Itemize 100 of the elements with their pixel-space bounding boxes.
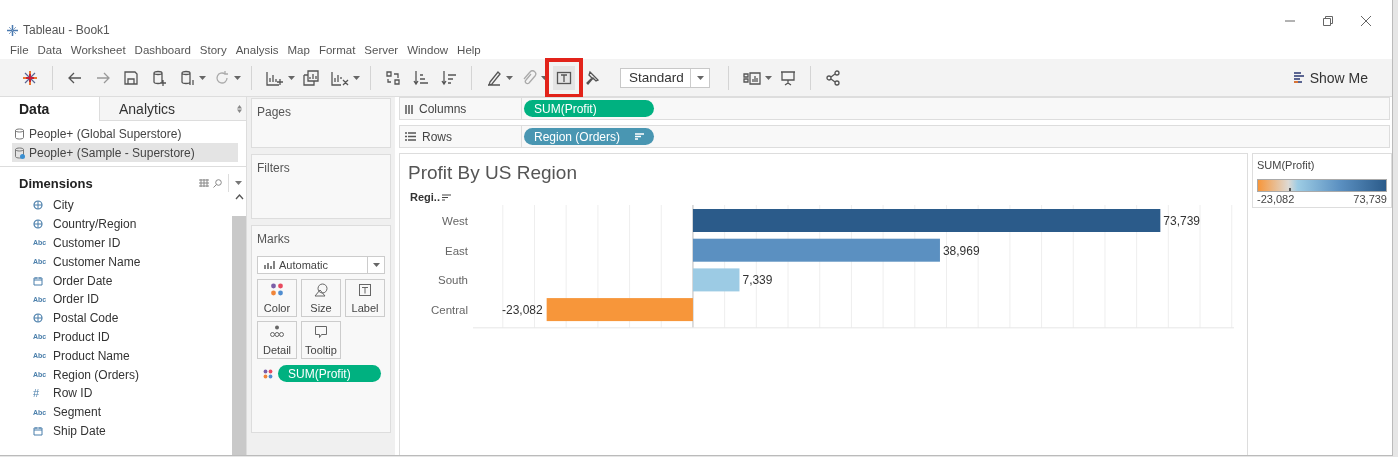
column-header: Regi.. [410, 191, 440, 203]
field-item[interactable]: Postal Code [53, 311, 119, 326]
menu-item[interactable]: File [10, 43, 29, 56]
caret-icon[interactable] [696, 75, 704, 80]
field-item[interactable]: Segment [53, 405, 102, 420]
legend-label: -23,082 [1257, 193, 1295, 205]
menu-item[interactable]: Server [364, 43, 399, 56]
data-label: 73,739 [1163, 214, 1200, 228]
text-icon[interactable] [556, 69, 572, 86]
pane-tab[interactable]: Analytics [99, 97, 237, 121]
field-item[interactable]: City [53, 198, 74, 213]
app-icon [6, 23, 19, 37]
columns-icon [405, 103, 413, 114]
pen-icon[interactable] [486, 69, 502, 86]
palette-dots-icon [263, 368, 273, 379]
caret-icon[interactable] [372, 263, 380, 267]
field-item[interactable]: Product Name [53, 348, 130, 363]
card-title: Filters [257, 161, 291, 175]
fit-dropdown[interactable]: Standard [620, 67, 710, 88]
database-icon [14, 146, 25, 159]
show-me-button[interactable]: Show Me [1286, 68, 1374, 87]
shelf-label: Rows [422, 129, 452, 144]
field-item[interactable]: Customer Name [53, 254, 141, 269]
data-label: 7,339 [742, 273, 773, 288]
restore-icon[interactable] [1322, 15, 1334, 27]
database-add-icon[interactable] [151, 69, 167, 86]
category-label: Central [431, 304, 468, 317]
bars-icon [1292, 71, 1305, 84]
legend-title: SUM(Profit) [1257, 159, 1316, 171]
globe-icon [33, 219, 43, 230]
menu-item[interactable]: Format [318, 43, 356, 56]
new-chart-icon[interactable] [266, 69, 284, 86]
sort-icon[interactable] [441, 193, 451, 201]
menu-item[interactable]: Map [287, 43, 310, 56]
caret-icon[interactable] [235, 181, 242, 185]
rows-icon [405, 132, 416, 141]
close-icon[interactable] [1360, 15, 1372, 27]
field-item[interactable]: Country/Region [53, 217, 137, 232]
card-title: Marks [257, 232, 291, 246]
field-item[interactable]: Region (Orders) [53, 367, 140, 382]
caret-icon[interactable] [199, 75, 206, 80]
category-label: East [445, 244, 468, 257]
data-source-item[interactable]: People+ (Global Superstore) [12, 124, 238, 143]
shelf-label: Columns [419, 101, 467, 116]
sort-descending-icon[interactable] [441, 69, 457, 86]
caret-icon[interactable] [765, 75, 772, 80]
bar-chart-icon [264, 261, 275, 269]
swap-icon[interactable] [385, 69, 401, 86]
sort-ascending-icon[interactable] [413, 69, 429, 86]
caret-icon[interactable] [506, 75, 513, 80]
clear-chart-icon[interactable] [331, 69, 349, 86]
globe-icon [33, 200, 43, 211]
cards-icon[interactable] [743, 69, 761, 86]
data-label: -23,082 [502, 303, 543, 318]
marks-button[interactable]: Label [345, 279, 385, 317]
marks-button[interactable]: Detail [257, 321, 297, 359]
window-title: Tableau - Book1 [23, 23, 110, 37]
marks-button[interactable]: Size [301, 279, 341, 317]
paperclip-icon[interactable] [521, 69, 537, 86]
field-item[interactable]: Product ID [53, 329, 110, 344]
menu-item[interactable]: Story [199, 43, 227, 56]
share-icon[interactable] [825, 69, 841, 86]
presentation-icon[interactable] [780, 69, 796, 86]
sort-icon [635, 133, 644, 140]
save-icon[interactable] [123, 69, 139, 86]
marks-button[interactable]: Tooltip [301, 321, 341, 359]
text-icon [358, 283, 372, 297]
menu-item[interactable]: Dashboard [134, 43, 191, 56]
search-icon[interactable] [213, 178, 222, 188]
field-item[interactable]: Row ID [53, 386, 93, 401]
calendar-icon [33, 425, 43, 436]
section-title: Dimensions [19, 175, 94, 191]
field-item[interactable]: Order ID [53, 292, 99, 307]
field-item[interactable]: Ship Date [53, 423, 106, 438]
caret-icon[interactable] [541, 75, 548, 80]
scroll-up-icon[interactable] [234, 194, 244, 200]
caret-icon[interactable] [353, 75, 360, 80]
menu-item[interactable]: Help [457, 43, 481, 56]
palette-dots-icon [270, 283, 284, 296]
database-icon [14, 127, 25, 140]
data-source-item[interactable]: People+ (Sample - Superstore) [12, 143, 238, 162]
chart-title: Profit By US Region [408, 162, 578, 184]
category-label: South [438, 274, 468, 287]
caret-icon[interactable] [234, 75, 241, 80]
field-item[interactable]: Customer ID [53, 236, 121, 250]
type-label: # [33, 387, 40, 400]
mark-type-dropdown[interactable]: Automatic [257, 256, 385, 274]
database-pause-icon[interactable] [179, 69, 195, 86]
caret-icon[interactable] [288, 75, 295, 80]
menu-item[interactable]: Data [37, 43, 62, 56]
field-item[interactable]: Order Date [53, 273, 113, 288]
menu-item[interactable]: Worksheet [70, 43, 126, 56]
marks-button[interactable]: Color [257, 279, 297, 317]
card-title: Pages [257, 105, 293, 119]
scrollbar-thumb[interactable] [232, 216, 246, 455]
duplicate-icon[interactable] [303, 69, 319, 86]
menu-item[interactable]: Window [407, 43, 449, 56]
menu-item[interactable]: Analysis [235, 43, 279, 56]
dots-icon [270, 325, 284, 338]
speech-bubble-icon [314, 325, 328, 339]
